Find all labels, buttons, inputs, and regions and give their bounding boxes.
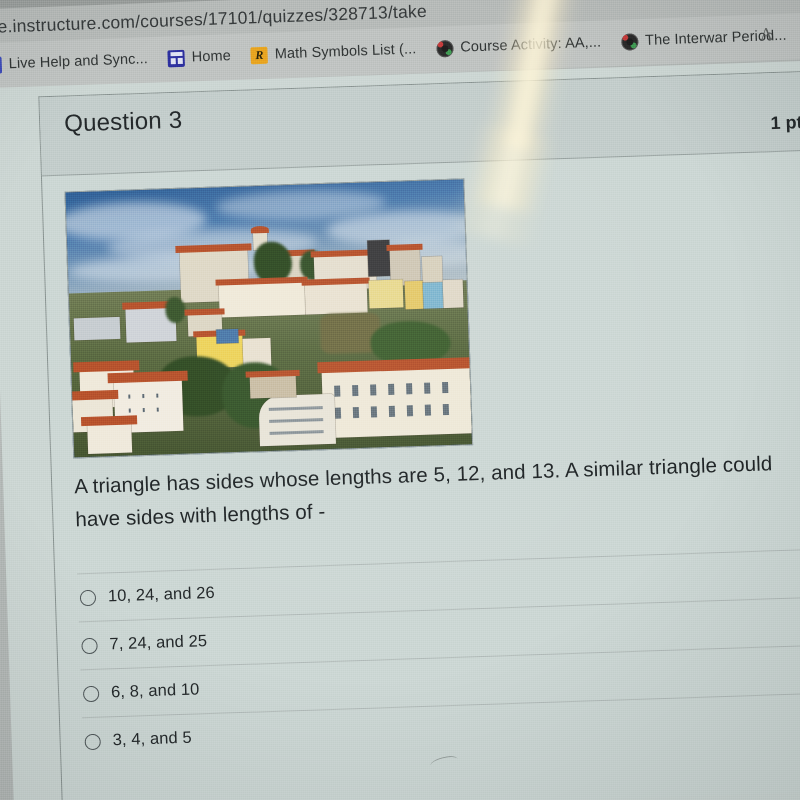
rapidtables-r-icon: R — [250, 46, 269, 64]
radio-button-icon[interactable] — [79, 589, 97, 606]
bookmark-label: Course Activity: AA,... — [460, 34, 602, 56]
answer-label: 3, 4, and 5 — [112, 728, 193, 750]
question-points: 1 pts — [770, 111, 800, 134]
font-size-glyph-icon[interactable]: A — [760, 24, 773, 44]
answer-label: 7, 24, and 25 — [109, 632, 208, 654]
question-image — [64, 178, 474, 459]
bookmark-home[interactable]: Home — [167, 43, 231, 71]
radio-button-icon[interactable] — [81, 637, 98, 654]
canvas-icon — [436, 39, 454, 58]
question-body: A triangle has sides whose lengths are 5… — [42, 150, 800, 800]
bookmark-course-activity[interactable]: Course Activity: AA,... — [436, 30, 602, 62]
bookmark-label: Math Symbols List (... — [274, 41, 417, 63]
answer-options-list: 10, 24, and 26 7, 24, and 25 6, 8, and 1… — [77, 548, 800, 766]
bookmark-label: Home — [191, 48, 232, 66]
bookmark-math-symbols-list[interactable]: R Math Symbols List (... — [250, 36, 417, 68]
answer-label: 6, 8, and 10 — [110, 680, 200, 702]
answer-label: 10, 24, and 26 — [107, 583, 216, 606]
canvas-icon — [620, 32, 639, 51]
bookmark-label: Live Help and Sync... — [8, 51, 149, 73]
page-title: Question 3 — [63, 106, 183, 138]
photographed-screen: ✕ End of Semester Test: Art History › ke… — [0, 0, 800, 800]
quiz-question-card: Question 3 1 pts A triangle has sides wh… — [38, 70, 800, 800]
lines-icon — [0, 55, 3, 74]
page-content-area: Question 3 1 pts A triangle has sides wh… — [0, 59, 800, 800]
grid-icon — [167, 49, 186, 67]
radio-button-icon[interactable] — [82, 685, 100, 702]
radio-button-icon[interactable] — [84, 733, 101, 750]
question-text: A triangle has sides whose lengths are 5… — [73, 452, 773, 532]
bookmark-live-help-and-sync[interactable]: Live Help and Sync... — [0, 46, 148, 78]
